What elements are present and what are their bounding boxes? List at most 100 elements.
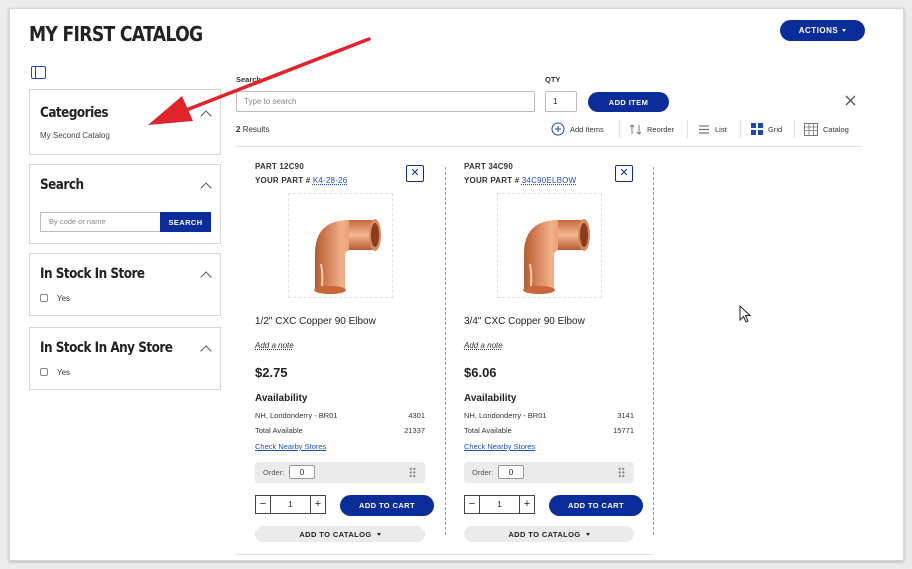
- toolbar-divider: [740, 120, 741, 138]
- your-part: YOUR PART # K4-28-26: [255, 176, 347, 185]
- product-image[interactable]: [288, 193, 393, 298]
- product-name[interactable]: 1/2" CXC Copper 90 Elbow: [255, 316, 376, 327]
- product-price: $6.06: [464, 365, 497, 380]
- catalog-view-button[interactable]: Catalog: [804, 120, 849, 138]
- add-items-button[interactable]: Add Items: [551, 120, 604, 138]
- caret-down-icon: [585, 532, 590, 536]
- check-nearby-link[interactable]: Check Nearby Stores: [255, 442, 326, 451]
- part-number: PART 34C90: [464, 162, 513, 171]
- product-card: PART 12C90 YOUR PART # K4-28-26 ✕ 1/2" C…: [255, 159, 434, 542]
- catalog-label: Catalog: [823, 124, 849, 134]
- search-filter-title: Search: [40, 177, 84, 193]
- add-to-cart-button[interactable]: ADD TO CART: [549, 495, 643, 516]
- mouse-cursor-icon: [739, 305, 752, 323]
- in-stock-any-checkbox[interactable]: [40, 368, 48, 376]
- caret-down-icon: [842, 29, 847, 32]
- actions-button[interactable]: ACTIONS: [780, 20, 865, 41]
- in-stock-any-label: Yes: [57, 368, 71, 377]
- store-name: NH, Londonderry - BR01: [255, 411, 338, 420]
- decrement-button[interactable]: −: [464, 495, 480, 514]
- catalog-icon: [804, 122, 818, 136]
- grid-view-button[interactable]: Grid: [751, 120, 782, 138]
- total-label: Total Available: [255, 426, 303, 435]
- add-to-catalog-label: ADD TO CATALOG: [299, 529, 372, 539]
- reorder-icon: [629, 123, 642, 135]
- copper-elbow-image: [523, 219, 590, 294]
- in-stock-store-label: Yes: [57, 294, 71, 303]
- remove-item-button[interactable]: ✕: [615, 165, 633, 182]
- in-stock-any-title: In Stock In Any Store: [40, 340, 173, 356]
- your-part-label: YOUR PART #: [464, 176, 520, 185]
- grid-label: Grid: [768, 124, 783, 134]
- remove-item-button[interactable]: ✕: [406, 165, 424, 182]
- add-to-catalog-button[interactable]: ADD TO CATALOG: [464, 526, 634, 542]
- sidebar-toggle-icon[interactable]: [31, 66, 46, 79]
- availability-title: Availability: [464, 393, 517, 404]
- list-view-button[interactable]: List: [698, 120, 727, 138]
- toolbar-divider: [619, 120, 620, 138]
- drag-handle-icon[interactable]: [409, 467, 416, 478]
- part-number: PART 12C90: [255, 162, 304, 171]
- chevron-up-icon[interactable]: [200, 271, 212, 283]
- order-bar: Order: 0: [255, 462, 425, 483]
- app-window: MY FIRST CATALOG ACTIONS Categories My S…: [9, 8, 904, 561]
- drag-handle-icon[interactable]: [618, 467, 625, 478]
- your-part: YOUR PART # 34C90ELBOW: [464, 176, 576, 185]
- increment-button[interactable]: +: [310, 495, 326, 514]
- in-stock-store-title: In Stock In Store: [40, 266, 145, 282]
- in-stock-store-checkbox[interactable]: [40, 294, 48, 302]
- your-part-label: YOUR PART #: [255, 176, 311, 185]
- qty-input[interactable]: 1: [545, 91, 577, 112]
- close-icon: ✕: [410, 167, 420, 179]
- actions-label: ACTIONS: [798, 26, 839, 35]
- list-label: List: [715, 124, 727, 134]
- order-input[interactable]: 0: [289, 465, 315, 479]
- qty-field[interactable]: 1: [480, 495, 519, 514]
- product-card: PART 34C90 YOUR PART # 34C90ELBOW ✕ 3/4"…: [464, 159, 643, 542]
- filter-search-button[interactable]: SEARCH: [160, 212, 211, 232]
- grid-icon: [751, 123, 763, 135]
- product-image[interactable]: [497, 193, 602, 298]
- copper-elbow-image: [314, 219, 381, 294]
- your-part-value[interactable]: K4-28-26: [313, 176, 348, 185]
- qty-field[interactable]: 1: [271, 495, 310, 514]
- order-label: Order:: [263, 468, 285, 477]
- store-qty: 4301: [408, 411, 425, 420]
- order-input[interactable]: 0: [498, 465, 524, 479]
- total-qty: 21337: [404, 426, 425, 435]
- chevron-up-icon[interactable]: [200, 345, 212, 357]
- order-bar: Order: 0: [464, 462, 634, 483]
- product-name[interactable]: 3/4" CXC Copper 90 Elbow: [464, 316, 585, 327]
- your-part-value[interactable]: 34C90ELBOW: [522, 176, 576, 185]
- search-filter: Search By code or name SEARCH: [29, 164, 221, 244]
- filter-search-input[interactable]: By code or name: [40, 212, 160, 232]
- increment-button[interactable]: +: [519, 495, 535, 514]
- availability-title: Availability: [255, 393, 308, 404]
- add-to-catalog-button[interactable]: ADD TO CATALOG: [255, 526, 425, 542]
- list-icon: [699, 124, 709, 134]
- add-item-button[interactable]: ADD ITEM: [588, 92, 669, 112]
- store-name: NH, Londonderry - BR01: [464, 411, 547, 420]
- red-arrow-annotation: [148, 37, 371, 125]
- results-bottom-line: [236, 554, 653, 555]
- close-icon: ✕: [619, 167, 629, 179]
- check-nearby-link[interactable]: Check Nearby Stores: [464, 442, 535, 451]
- add-to-catalog-label: ADD TO CATALOG: [508, 529, 581, 539]
- reorder-button[interactable]: Reorder: [629, 120, 674, 138]
- qty-label: QTY: [545, 75, 561, 84]
- add-note-link[interactable]: Add a note: [255, 341, 294, 350]
- decrement-button[interactable]: −: [255, 495, 271, 514]
- chevron-up-icon[interactable]: [200, 182, 212, 194]
- add-note-link[interactable]: Add a note: [464, 341, 503, 350]
- total-label: Total Available: [464, 426, 512, 435]
- caret-down-icon: [376, 532, 381, 536]
- reorder-label: Reorder: [647, 124, 675, 134]
- in-stock-store-filter: In Stock In Store Yes: [29, 253, 221, 316]
- category-link[interactable]: My Second Catalog: [40, 131, 110, 140]
- qty-stepper: − 1 +: [464, 495, 535, 514]
- product-price: $2.75: [255, 365, 288, 380]
- order-label: Order:: [472, 468, 494, 477]
- close-icon[interactable]: [845, 95, 856, 106]
- qty-stepper: − 1 +: [255, 495, 326, 514]
- add-to-cart-button[interactable]: ADD TO CART: [340, 495, 434, 516]
